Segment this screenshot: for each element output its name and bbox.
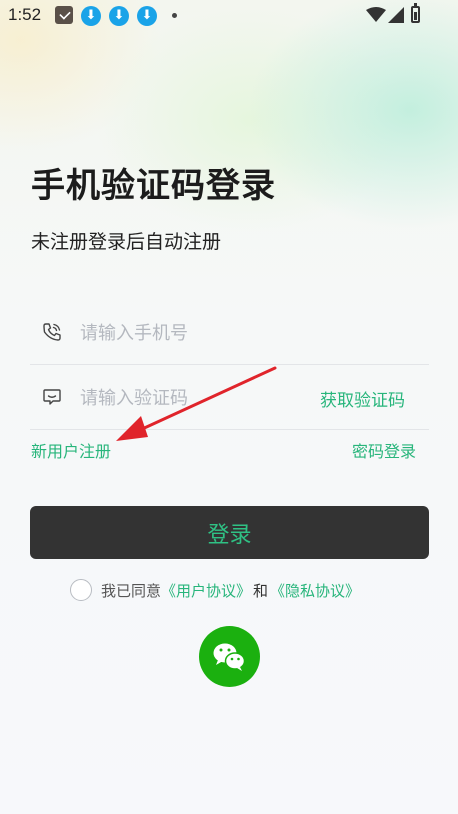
- password-login-link[interactable]: 密码登录: [352, 438, 416, 462]
- battery-icon: [411, 3, 420, 23]
- page-subtitle: 未注册登录后自动注册: [31, 231, 222, 253]
- download-icon: ⬇: [109, 6, 129, 26]
- wechat-login-button[interactable]: [199, 626, 260, 687]
- app-notification-icon: [55, 6, 73, 24]
- code-input[interactable]: [78, 379, 342, 417]
- phone-field-row: [30, 300, 429, 365]
- user-agreement-link[interactable]: 《用户协议》: [161, 580, 251, 601]
- agreement-prefix: 我已同意: [101, 581, 162, 600]
- code-field-row: 获取验证码: [30, 365, 429, 430]
- login-button[interactable]: 登录: [30, 506, 429, 559]
- register-link[interactable]: 新用户注册: [31, 438, 111, 462]
- privacy-policy-link[interactable]: 《隐私协议》: [270, 580, 360, 601]
- agreement-checkbox[interactable]: [70, 579, 92, 601]
- page-title: 手机验证码登录: [31, 166, 276, 206]
- get-code-button[interactable]: 获取验证码: [320, 386, 405, 411]
- agreement-row: 我已同意 《用户协议》 和 《隐私协议》: [70, 577, 360, 603]
- phone-input[interactable]: [78, 314, 342, 352]
- download-icon: ⬇: [137, 6, 157, 26]
- status-time: 1:52: [8, 5, 42, 24]
- wechat-icon: [213, 643, 246, 671]
- phone-icon: [43, 323, 61, 341]
- message-icon: [43, 389, 61, 405]
- download-icon: ⬇: [81, 6, 101, 26]
- agreement-and: 和: [253, 581, 269, 600]
- notification-dot-icon: [172, 13, 177, 18]
- status-bar: 1:52 ⬇ ⬇ ⬇: [0, 0, 458, 32]
- wifi-icon: [366, 7, 386, 22]
- signal-icon: [388, 7, 404, 23]
